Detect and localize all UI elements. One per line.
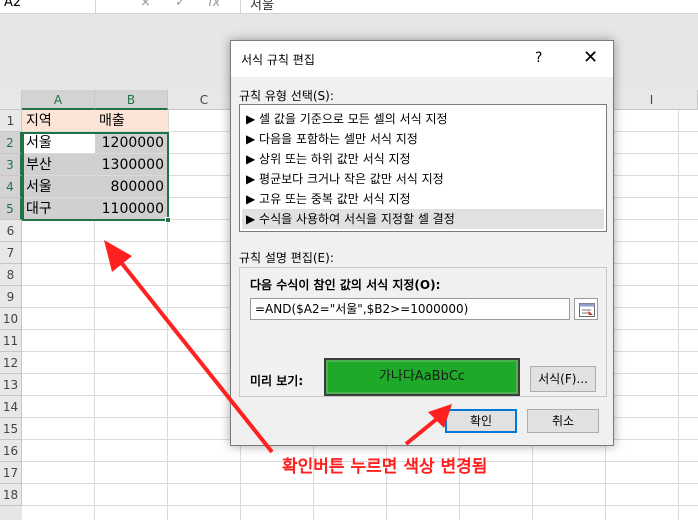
cell-a1[interactable]: 지역	[22, 110, 96, 132]
edit-format-rule-dialog: 서식 규칙 편집 ? ✕ 규칙 유형 선택(S): ▶ 셀 값을 기준으로 모든…	[230, 40, 614, 446]
row-header[interactable]: 6	[0, 220, 22, 242]
formula-bar: A2 × ✓ fx 서울	[0, 0, 698, 14]
formula-input[interactable]: 서울	[250, 0, 274, 13]
formula-bar-divider	[240, 0, 241, 14]
row-header[interactable]: 18	[0, 484, 22, 506]
row-header[interactable]: 12	[0, 352, 22, 374]
row-header[interactable]: 15	[0, 418, 22, 440]
column-header-i[interactable]: I	[606, 90, 698, 110]
rule-type-item[interactable]: ▶ 상위 또는 하위 값만 서식 지정	[242, 149, 604, 169]
row-header[interactable]: 10	[0, 308, 22, 330]
rule-description-panel: 다음 수식이 참인 값의 서식 지정(O): =AND($A2="서울",$B2…	[239, 267, 607, 397]
row-header[interactable]: 13	[0, 374, 22, 396]
rule-type-item[interactable]: ▶ 고유 또는 중복 값만 서식 지정	[242, 189, 604, 209]
row-header[interactable]: 3	[0, 154, 22, 176]
fill-handle[interactable]	[165, 217, 171, 223]
preview-text: 가나다AaBbCc	[378, 369, 466, 384]
select-all-corner[interactable]	[0, 90, 22, 110]
rule-type-item-selected[interactable]: ▶ 수식을 사용하여 서식을 지정할 셀 결정	[242, 209, 604, 229]
dialog-titlebar[interactable]: 서식 규칙 편집 ? ✕	[231, 41, 613, 77]
rule-type-item[interactable]: ▶ 다음을 포함하는 셀만 서식 지정	[242, 129, 604, 149]
column-header-b[interactable]: B	[95, 90, 168, 110]
cancel-button[interactable]: 취소	[527, 409, 599, 433]
formula-field[interactable]: =AND($A2="서울",$B2>=1000000)	[250, 298, 570, 320]
cancel-icon[interactable]: ×	[140, 0, 151, 10]
row-header[interactable]: 4	[0, 176, 22, 198]
row-header[interactable]: 14	[0, 396, 22, 418]
rule-type-list[interactable]: ▶ 셀 값을 기준으로 모든 셀의 서식 지정 ▶ 다음을 포함하는 셀만 서식…	[239, 104, 607, 232]
rule-type-item[interactable]: ▶ 셀 값을 기준으로 모든 셀의 서식 지정	[242, 109, 604, 129]
selection-outline	[22, 132, 169, 221]
formula-sublabel: 다음 수식이 참인 값의 서식 지정(O):	[250, 278, 441, 292]
rule-type-label: 규칙 유형 선택(S):	[239, 89, 334, 103]
row-header[interactable]: 16	[0, 440, 22, 462]
collapse-dialog-button[interactable]	[574, 298, 598, 320]
row-header[interactable]: 5	[0, 198, 22, 220]
close-button[interactable]: ✕	[583, 47, 598, 68]
column-header-a[interactable]: A	[22, 90, 95, 110]
description-label: 규칙 설명 편집(E):	[239, 251, 334, 265]
row-header[interactable]: 8	[0, 264, 22, 286]
cell-b1[interactable]: 매출	[95, 110, 169, 132]
ok-button[interactable]: 확인	[445, 409, 517, 433]
format-preview: 가나다AaBbCc	[324, 358, 520, 396]
format-button[interactable]: 서식(F)...	[530, 366, 596, 392]
name-box[interactable]: A2	[0, 0, 96, 13]
row-header[interactable]: 11	[0, 330, 22, 352]
annotation-text: 확인버튼 누르면 색상 변경됨	[282, 457, 488, 477]
row-header[interactable]: 9	[0, 286, 22, 308]
row-header[interactable]: 17	[0, 462, 22, 484]
help-button[interactable]: ?	[535, 50, 542, 66]
fx-icon[interactable]: fx	[208, 0, 220, 10]
range-select-icon	[579, 303, 595, 317]
row-header[interactable]: 2	[0, 132, 22, 154]
enter-icon[interactable]: ✓	[175, 0, 186, 10]
dialog-title: 서식 규칙 편집	[241, 53, 315, 67]
row-header[interactable]: 7	[0, 242, 22, 264]
preview-label: 미리 보기:	[250, 374, 304, 388]
rule-type-item[interactable]: ▶ 평균보다 크거나 작은 값만 서식 지정	[242, 169, 604, 189]
row-header[interactable]: 1	[0, 110, 22, 132]
